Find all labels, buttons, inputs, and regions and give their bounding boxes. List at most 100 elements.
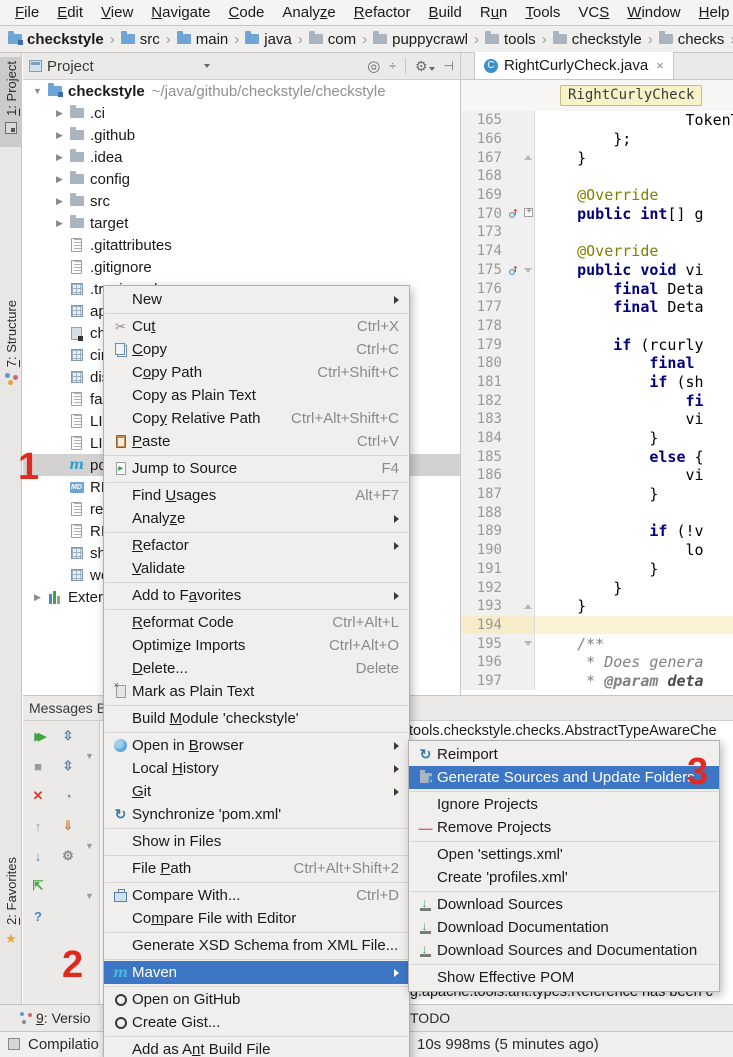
tab-close-icon[interactable]: × bbox=[656, 58, 664, 73]
breadcrumb-item-java[interactable]: java bbox=[245, 31, 292, 48]
context-menu-item-add-to-favorites[interactable]: Add to Favorites bbox=[104, 584, 409, 607]
menubar-item-view[interactable]: View bbox=[92, 0, 142, 25]
tree-item-gitignore[interactable]: .gitignore bbox=[23, 256, 460, 278]
pause-output-icon[interactable]: ◔ bbox=[59, 787, 77, 805]
menubar-item-build[interactable]: Build bbox=[419, 0, 470, 25]
context-menu-item-jump-to-source[interactable]: Jump to SourceF4 bbox=[104, 457, 409, 480]
context-menu-item-synchronize-pom-xml[interactable]: ↻Synchronize 'pom.xml' bbox=[104, 803, 409, 826]
tree-expand-icon[interactable]: ▶ bbox=[51, 130, 68, 141]
editor-tab-rightcurlycheck[interactable]: C RightCurlyCheck.java × bbox=[474, 52, 674, 79]
tree-item-ci[interactable]: ▶.ci bbox=[23, 102, 460, 124]
menubar-item-file[interactable]: File bbox=[6, 0, 48, 25]
locate-icon[interactable]: ◎ bbox=[367, 57, 380, 75]
maven-menu-item-open-settings-xml[interactable]: Open 'settings.xml' bbox=[409, 843, 719, 866]
tree-expand-icon[interactable]: ▶ bbox=[51, 196, 68, 207]
context-menu-item-refactor[interactable]: Refactor bbox=[104, 534, 409, 557]
fold-marker-icon[interactable] bbox=[524, 153, 533, 162]
hide-panel-icon[interactable]: ⊣ bbox=[444, 59, 454, 73]
context-menu-item-validate[interactable]: Validate bbox=[104, 557, 409, 580]
rerun-icon[interactable]: ▶▶ bbox=[29, 727, 47, 745]
breadcrumb-item-tools[interactable]: tools bbox=[485, 31, 536, 48]
menubar-item-help[interactable]: Help bbox=[690, 0, 733, 25]
tree-item-target[interactable]: ▶target bbox=[23, 212, 460, 234]
menubar-item-window[interactable]: Window bbox=[618, 0, 689, 25]
context-menu-item-create-gist[interactable]: Create Gist... bbox=[104, 1011, 409, 1034]
context-menu-item-compare-file-with-editor[interactable]: Compare File with Editor bbox=[104, 907, 409, 930]
override-marker-icon[interactable] bbox=[509, 207, 520, 218]
menubar-item-edit[interactable]: Edit bbox=[48, 0, 92, 25]
fold-marker-icon[interactable] bbox=[524, 639, 533, 648]
download-tray-icon[interactable]: ⇓ bbox=[59, 817, 77, 835]
context-menu-item-cut[interactable]: ✂CutCtrl+X bbox=[104, 315, 409, 338]
breadcrumb-item-checks[interactable]: checks bbox=[659, 31, 725, 48]
tree-expand-icon[interactable]: ▶ bbox=[51, 152, 68, 163]
settings-wrench-icon[interactable]: ⚙ bbox=[59, 847, 77, 865]
breadcrumb-item-checkstyle[interactable]: checkstyle bbox=[553, 31, 642, 48]
expand-all-icon[interactable]: ⇳ bbox=[59, 727, 77, 745]
console-expander-icon[interactable]: ▼ bbox=[85, 751, 94, 761]
toolwindow-button-version-control[interactable]: 9: Versio bbox=[36, 1010, 91, 1026]
tree-item-idea[interactable]: ▶.idea bbox=[23, 146, 460, 168]
context-menu-item-add-as-ant-build-file[interactable]: Add as Ant Build File bbox=[104, 1038, 409, 1057]
close-icon[interactable]: ✕ bbox=[29, 787, 47, 805]
context-menu-item-git[interactable]: Git bbox=[104, 780, 409, 803]
console-expander-icon[interactable]: ▼ bbox=[85, 891, 94, 901]
project-view-dropdown-icon[interactable] bbox=[204, 64, 210, 68]
menubar-item-tools[interactable]: Tools bbox=[516, 0, 569, 25]
menubar-item-navigate[interactable]: Navigate bbox=[142, 0, 219, 25]
menubar-item-code[interactable]: Code bbox=[220, 0, 274, 25]
help-icon[interactable]: ? bbox=[29, 907, 47, 925]
maven-menu-item-ignore-projects[interactable]: Ignore Projects bbox=[409, 793, 719, 816]
breadcrumb-item-checkstyle[interactable]: checkstyle bbox=[8, 31, 104, 48]
context-menu-item-build-module-checkstyle[interactable]: Build Module 'checkstyle' bbox=[104, 707, 409, 730]
context-menu-item-mark-as-plain-text[interactable]: Mark as Plain Text bbox=[104, 680, 409, 703]
tree-item-checkstyle[interactable]: ▼checkstyle~/java/github/checkstyle/chec… bbox=[23, 80, 460, 102]
context-menu-item-optimize-imports[interactable]: Optimize ImportsCtrl+Alt+O bbox=[104, 634, 409, 657]
context-menu-item-copy-relative-path[interactable]: Copy Relative PathCtrl+Alt+Shift+C bbox=[104, 407, 409, 430]
export-icon[interactable]: ⇱ bbox=[29, 877, 47, 895]
context-menu-item-paste[interactable]: PasteCtrl+V bbox=[104, 430, 409, 453]
tree-item-src[interactable]: ▶src bbox=[23, 190, 460, 212]
toolwindow-button-project[interactable]: 1: Project bbox=[0, 57, 22, 147]
toolwindow-button-favorites[interactable]: 2: Favorites ★ bbox=[0, 853, 22, 965]
tree-expand-icon[interactable]: ▼ bbox=[29, 86, 46, 96]
up-arrow-icon[interactable]: ↑ bbox=[29, 817, 47, 835]
tree-item-gitattributes[interactable]: .gitattributes bbox=[23, 234, 460, 256]
collapse-all-icon[interactable]: ⇳ bbox=[59, 757, 77, 775]
context-menu-item-maven[interactable]: mMaven bbox=[104, 961, 409, 984]
context-menu-item-generate-xsd-schema-from-xml-file[interactable]: Generate XSD Schema from XML File... bbox=[104, 934, 409, 957]
maven-menu-item-reimport[interactable]: ↻Reimport bbox=[409, 743, 719, 766]
context-menu-item-find-usages[interactable]: Find UsagesAlt+F7 bbox=[104, 484, 409, 507]
breadcrumb-item-main[interactable]: main bbox=[177, 31, 229, 48]
fold-marker-icon[interactable] bbox=[524, 266, 533, 275]
breadcrumb-item-src[interactable]: src bbox=[121, 31, 160, 48]
menubar-item-analyze[interactable]: Analyze bbox=[273, 0, 344, 25]
tree-expand-icon[interactable]: ▶ bbox=[51, 174, 68, 185]
collapse-all-icon[interactable]: ÷ bbox=[389, 59, 396, 73]
tree-expand-icon[interactable]: ▶ bbox=[51, 218, 68, 229]
toolwindow-button-structure[interactable]: 7: Structure bbox=[0, 296, 22, 406]
context-menu-item-file-path[interactable]: File PathCtrl+Alt+Shift+2 bbox=[104, 857, 409, 880]
tree-expand-icon[interactable]: ▶ bbox=[29, 592, 46, 603]
stop-icon[interactable]: ■ bbox=[29, 757, 47, 775]
maven-menu-item-remove-projects[interactable]: —Remove Projects bbox=[409, 816, 719, 839]
code-area[interactable]: 165 TokenT166 };167 }168169 @Override170… bbox=[461, 111, 733, 690]
context-menu-item-reformat-code[interactable]: Reformat CodeCtrl+Alt+L bbox=[104, 611, 409, 634]
tree-expand-icon[interactable]: ▶ bbox=[51, 108, 68, 119]
menubar-item-refactor[interactable]: Refactor bbox=[345, 0, 420, 25]
class-breadcrumb-chip[interactable]: RightCurlyCheck bbox=[560, 85, 702, 106]
settings-icon[interactable]: ⚙ bbox=[415, 58, 435, 75]
maven-menu-item-create-profiles-xml[interactable]: Create 'profiles.xml' bbox=[409, 866, 719, 889]
down-arrow-icon[interactable]: ↓ bbox=[29, 847, 47, 865]
menubar-item-vcs[interactable]: VCS bbox=[569, 0, 618, 25]
maven-menu-item-download-documentation[interactable]: Download Documentation bbox=[409, 916, 719, 939]
maven-menu-item-generate-sources-and-update-folders[interactable]: Generate Sources and Update Folders bbox=[409, 766, 719, 789]
override-marker-icon[interactable] bbox=[509, 264, 520, 275]
fold-marker-icon[interactable] bbox=[524, 602, 533, 611]
context-menu-item-open-in-browser[interactable]: Open in Browser bbox=[104, 734, 409, 757]
fold-marker-icon[interactable] bbox=[524, 208, 533, 217]
context-menu-item-show-in-files[interactable]: Show in Files bbox=[104, 830, 409, 853]
toolwindow-button-todo[interactable]: TODO bbox=[410, 1010, 450, 1026]
breadcrumb-item-com[interactable]: com bbox=[309, 31, 356, 48]
menubar-item-run[interactable]: Run bbox=[471, 0, 517, 25]
